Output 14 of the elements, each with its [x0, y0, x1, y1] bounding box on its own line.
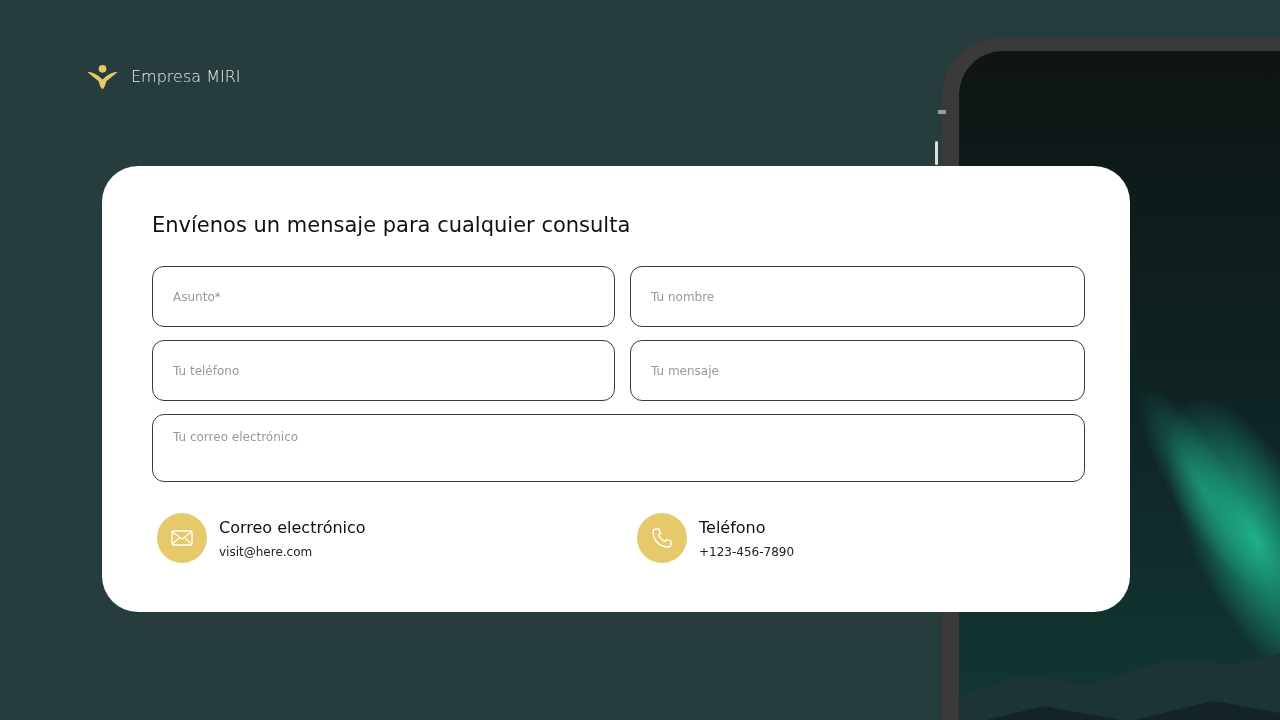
contact-label: Teléfono [699, 517, 767, 537]
contact-label: Correo electrónico [219, 517, 366, 537]
brand-name: Empresa MIRI [131, 67, 241, 86]
form-title: Envíenos un mensaje para cualquier consulta [152, 212, 632, 239]
input-field[interactable]: Asunto* [152, 266, 615, 327]
phone-icon [637, 513, 687, 563]
logo-icon [86, 64, 119, 89]
contact-value: visit@here.com [219, 544, 314, 559]
input-field[interactable]: Tu nombre [630, 266, 1085, 327]
envelope-icon [157, 513, 207, 563]
contact-value: +123-456-7890 [699, 544, 795, 559]
input-field[interactable]: Tu mensaje [630, 340, 1085, 401]
input-field[interactable]: Tu teléfono [152, 340, 615, 401]
text-area[interactable]: Tu correo electrónico [152, 414, 1085, 482]
